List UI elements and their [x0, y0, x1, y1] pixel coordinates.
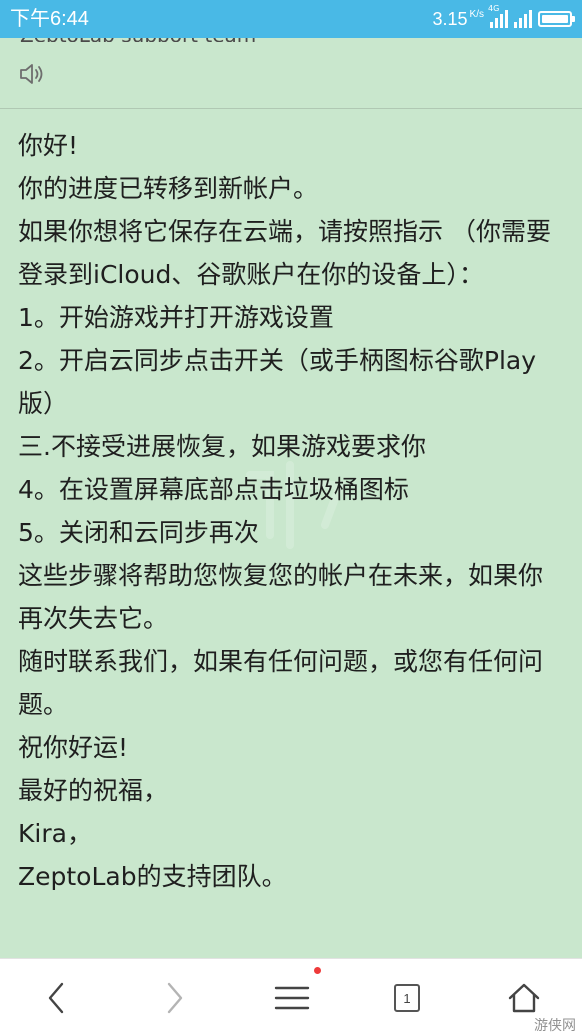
- home-icon: [508, 983, 540, 1013]
- tabs-button[interactable]: 1: [377, 973, 437, 1023]
- message-body: 你好! 你的进度已转移到新帐户。 如果你想将它保存在云端，请按照指示 （你需要登…: [18, 124, 564, 898]
- message-line: 1。开始游戏并打开游戏设置: [18, 303, 334, 332]
- forward-button[interactable]: [145, 973, 205, 1023]
- status-indicators: 3.15 K/s 4G: [433, 4, 575, 32]
- message-line: 5。关闭和云同步再次: [18, 518, 259, 547]
- chevron-left-icon: [48, 982, 64, 1014]
- browser-toolbar: 1 游侠网: [0, 958, 582, 1036]
- network-tag: 4G: [488, 4, 500, 13]
- message-line: Kira，: [18, 819, 92, 848]
- status-time: 下午6:44: [10, 8, 89, 30]
- back-button[interactable]: [26, 973, 86, 1023]
- signal-icon: [514, 10, 532, 28]
- battery-icon: [538, 11, 575, 27]
- screen: 下午6:44 3.15 K/s 4G Z: [0, 0, 582, 1036]
- menu-button[interactable]: [262, 967, 322, 1023]
- network-speed-value: 3.15: [432, 8, 468, 29]
- message-line: 如果你想将它保存在云端，请按照指示 （你需要登录到iCloud、谷歌账户在你的设…: [18, 217, 551, 289]
- message-line: ZeptoLab的支持团队。: [18, 862, 287, 891]
- message-line: 祝你好运!: [18, 733, 129, 762]
- network-speed-unit: K/s: [469, 8, 484, 20]
- notification-dot: [314, 967, 321, 974]
- status-bar: 下午6:44 3.15 K/s 4G: [0, 0, 582, 38]
- message-line: 随时联系我们，如果有任何问题，或您有任何问题。: [18, 647, 544, 719]
- message-line: 你的进度已转移到新帐户。: [18, 174, 319, 203]
- message-line: 2。开启云同步点击开关（或手柄图标谷歌Play版）: [18, 346, 537, 418]
- header-divider: [0, 108, 582, 109]
- watermark-site-logo: 游侠网: [534, 1018, 576, 1034]
- network-speed: 3.15 K/s: [433, 9, 485, 30]
- tab-count: 1: [394, 984, 420, 1012]
- speaker-icon[interactable]: [18, 60, 48, 88]
- message-line: 最好的祝福，: [18, 776, 169, 805]
- message-line: 三.不接受进展恢复，如果游戏要求你: [18, 432, 426, 461]
- message-line: 4。在设置屏幕底部点击垃圾桶图标: [18, 475, 409, 504]
- message-line: 你好!: [18, 131, 79, 160]
- menu-icon: [274, 986, 310, 1010]
- signal-4g-icon: 4G: [488, 4, 508, 28]
- message-line: 这些步骤将帮助您恢复您的帐户在未来，如果你再次失去它。: [18, 561, 544, 633]
- chevron-right-icon: [167, 982, 183, 1014]
